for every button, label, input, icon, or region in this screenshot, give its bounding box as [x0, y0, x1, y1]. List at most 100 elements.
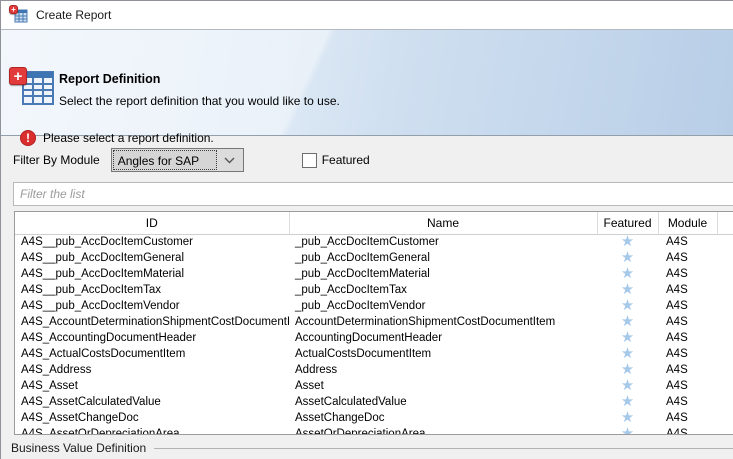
table-row[interactable]: A4S__pub_AccDocItemGeneral _pub_AccDocIte… — [15, 250, 733, 266]
cell-module: A4S — [666, 332, 688, 344]
cell-sub — [717, 426, 733, 434]
cell-id: A4S_Asset — [21, 380, 78, 392]
create-report-dialog: + Create Report + Report Definition Sele… — [0, 0, 733, 459]
table-row[interactable]: A4S_AccountDeterminationShipmentCostDocu… — [15, 314, 733, 330]
cell-id: A4S_AccountDeterminationShipmentCostDocu… — [21, 316, 289, 328]
cell-id: A4S__pub_AccDocItemVendor — [21, 300, 180, 312]
cell-name: ActualCostsDocumentItem — [295, 348, 432, 360]
filter-list-input[interactable] — [13, 182, 733, 206]
table-body: A4S__pub_AccDocItemCustomer _pub_AccDocIt… — [15, 234, 733, 435]
filter-by-module-label: Filter By Module — [13, 153, 100, 167]
cell-sub — [717, 330, 733, 346]
wizard-header-banner: + Report Definition Select the report de… — [1, 30, 733, 146]
cell-module: A4S — [666, 396, 688, 408]
cell-module: A4S — [666, 300, 688, 312]
cell-id: A4S__pub_AccDocItemTax — [21, 284, 161, 296]
cell-module: A4S — [666, 268, 688, 280]
featured-checkbox-wrap: Featured — [301, 152, 370, 168]
chevron-down-icon[interactable] — [217, 157, 243, 164]
cell-module: A4S — [666, 236, 688, 249]
cell-id: A4S__pub_AccDocItemCustomer — [21, 236, 193, 249]
table-row[interactable]: A4S_Address Address ★ A4S — [15, 362, 733, 378]
table-row[interactable]: A4S_Asset Asset ★ A4S — [15, 378, 733, 394]
cell-id: A4S_Address — [21, 364, 92, 376]
module-combobox-value: Angles for SAP — [112, 150, 217, 170]
cell-sub — [717, 298, 733, 314]
cell-sub — [717, 362, 733, 378]
cell-module: A4S — [666, 348, 688, 360]
cell-module: A4S — [666, 284, 688, 296]
cell-name: _pub_AccDocItemMaterial — [295, 268, 430, 280]
cell-sub — [717, 314, 733, 330]
cell-name: AccountingDocumentHeader — [295, 332, 443, 344]
dialog-body: Filter By Module Angles for SAP Featured… — [1, 136, 733, 459]
featured-star-icon: ★ — [620, 250, 635, 266]
report-definition-table[interactable]: IDNameFeaturedModuleSub A4S__pub_AccDocI… — [14, 211, 733, 435]
cell-module: A4S — [666, 412, 688, 424]
cell-name: AccountDeterminationShipmentCostDocument… — [295, 316, 556, 328]
table-header-row: IDNameFeaturedModuleSub — [15, 212, 733, 235]
cell-name: AssetChangeDoc — [295, 412, 385, 424]
featured-star-icon: ★ — [620, 378, 635, 394]
report-definition-icon: + — [9, 67, 55, 107]
page-title: Report Definition — [59, 72, 161, 86]
column-header-module[interactable]: Module — [658, 212, 718, 235]
column-header-sub[interactable]: Sub — [717, 212, 733, 235]
table-row[interactable]: A4S__pub_AccDocItemMaterial _pub_AccDocIt… — [15, 266, 733, 282]
featured-star-icon: ★ — [620, 362, 635, 378]
column-header-id[interactable]: ID — [15, 212, 290, 235]
table-row[interactable]: A4S_ActualCostsDocumentItem ActualCostsDo… — [15, 346, 733, 362]
featured-star-icon: ★ — [620, 266, 635, 282]
featured-star-icon: ★ — [620, 314, 635, 330]
page-subtitle: Select the report definition that you wo… — [59, 94, 340, 108]
group-label: Business Value Definition — [11, 441, 147, 455]
cell-sub — [717, 378, 733, 394]
featured-star-icon: ★ — [620, 410, 635, 426]
cell-name: Address — [295, 364, 338, 376]
cell-id: A4S_AssetChangeDoc — [21, 412, 139, 424]
column-header-featured[interactable]: Featured — [597, 212, 659, 235]
cell-module: A4S — [666, 364, 688, 376]
table-row[interactable]: A4S_AccountingDocumentHeader AccountingDo… — [15, 330, 733, 346]
featured-star-icon: ★ — [620, 426, 635, 435]
cell-name: _pub_AccDocItemGeneral — [295, 252, 430, 264]
cell-module: A4S — [666, 428, 688, 435]
table-row[interactable]: A4S_AssetCalculatedValue AssetCalculatedV… — [15, 394, 733, 410]
cell-module: A4S — [666, 316, 688, 328]
featured-star-icon: ★ — [620, 346, 635, 362]
cell-name: AssetCalculatedValue — [295, 396, 407, 408]
cell-module: A4S — [666, 380, 688, 392]
business-value-definition-group: Business Value Definition — [11, 441, 733, 455]
table-row[interactable]: A4S_AssetOrDepreciationArea AssetOrDeprec… — [15, 426, 733, 435]
table-row[interactable]: A4S_AssetChangeDoc AssetChangeDoc ★ A4S — [15, 410, 733, 426]
plus-badge-icon: + — [9, 5, 18, 14]
cell-id: A4S__pub_AccDocItemMaterial — [21, 268, 184, 280]
cell-sub — [717, 234, 733, 250]
title-bar: + Create Report — [1, 1, 733, 30]
table-row[interactable]: A4S__pub_AccDocItemCustomer _pub_AccDocIt… — [15, 234, 733, 250]
cell-sub — [717, 410, 733, 426]
cell-name: AssetOrDepreciationArea — [295, 428, 426, 435]
featured-star-icon: ★ — [620, 234, 635, 250]
cell-name: Asset — [295, 380, 324, 392]
featured-checkbox-label: Featured — [321, 153, 370, 167]
cell-name: _pub_AccDocItemVendor — [295, 300, 426, 312]
table-row[interactable]: A4S__pub_AccDocItemVendor _pub_AccDocItem… — [15, 298, 733, 314]
cell-id: A4S_AccountingDocumentHeader — [21, 332, 197, 344]
cell-sub — [717, 394, 733, 410]
cell-sub — [717, 282, 733, 298]
window-title: Create Report — [36, 8, 112, 22]
cell-module: A4S — [666, 252, 688, 264]
cell-name: _pub_AccDocItemCustomer — [295, 236, 439, 249]
plus-badge-icon: + — [9, 67, 27, 85]
cell-sub — [717, 266, 733, 282]
cell-id: A4S_AssetOrDepreciationArea — [21, 428, 180, 435]
featured-checkbox[interactable] — [301, 152, 317, 168]
module-combobox[interactable]: Angles for SAP — [110, 148, 244, 172]
featured-star-icon: ★ — [620, 282, 635, 298]
featured-star-icon: ★ — [620, 394, 635, 410]
warning-text: Please select a report definition. — [43, 131, 214, 145]
table-row[interactable]: A4S__pub_AccDocItemTax _pub_AccDocItemTax… — [15, 282, 733, 298]
warning-icon: ! — [20, 130, 36, 146]
column-header-name[interactable]: Name — [289, 212, 598, 235]
